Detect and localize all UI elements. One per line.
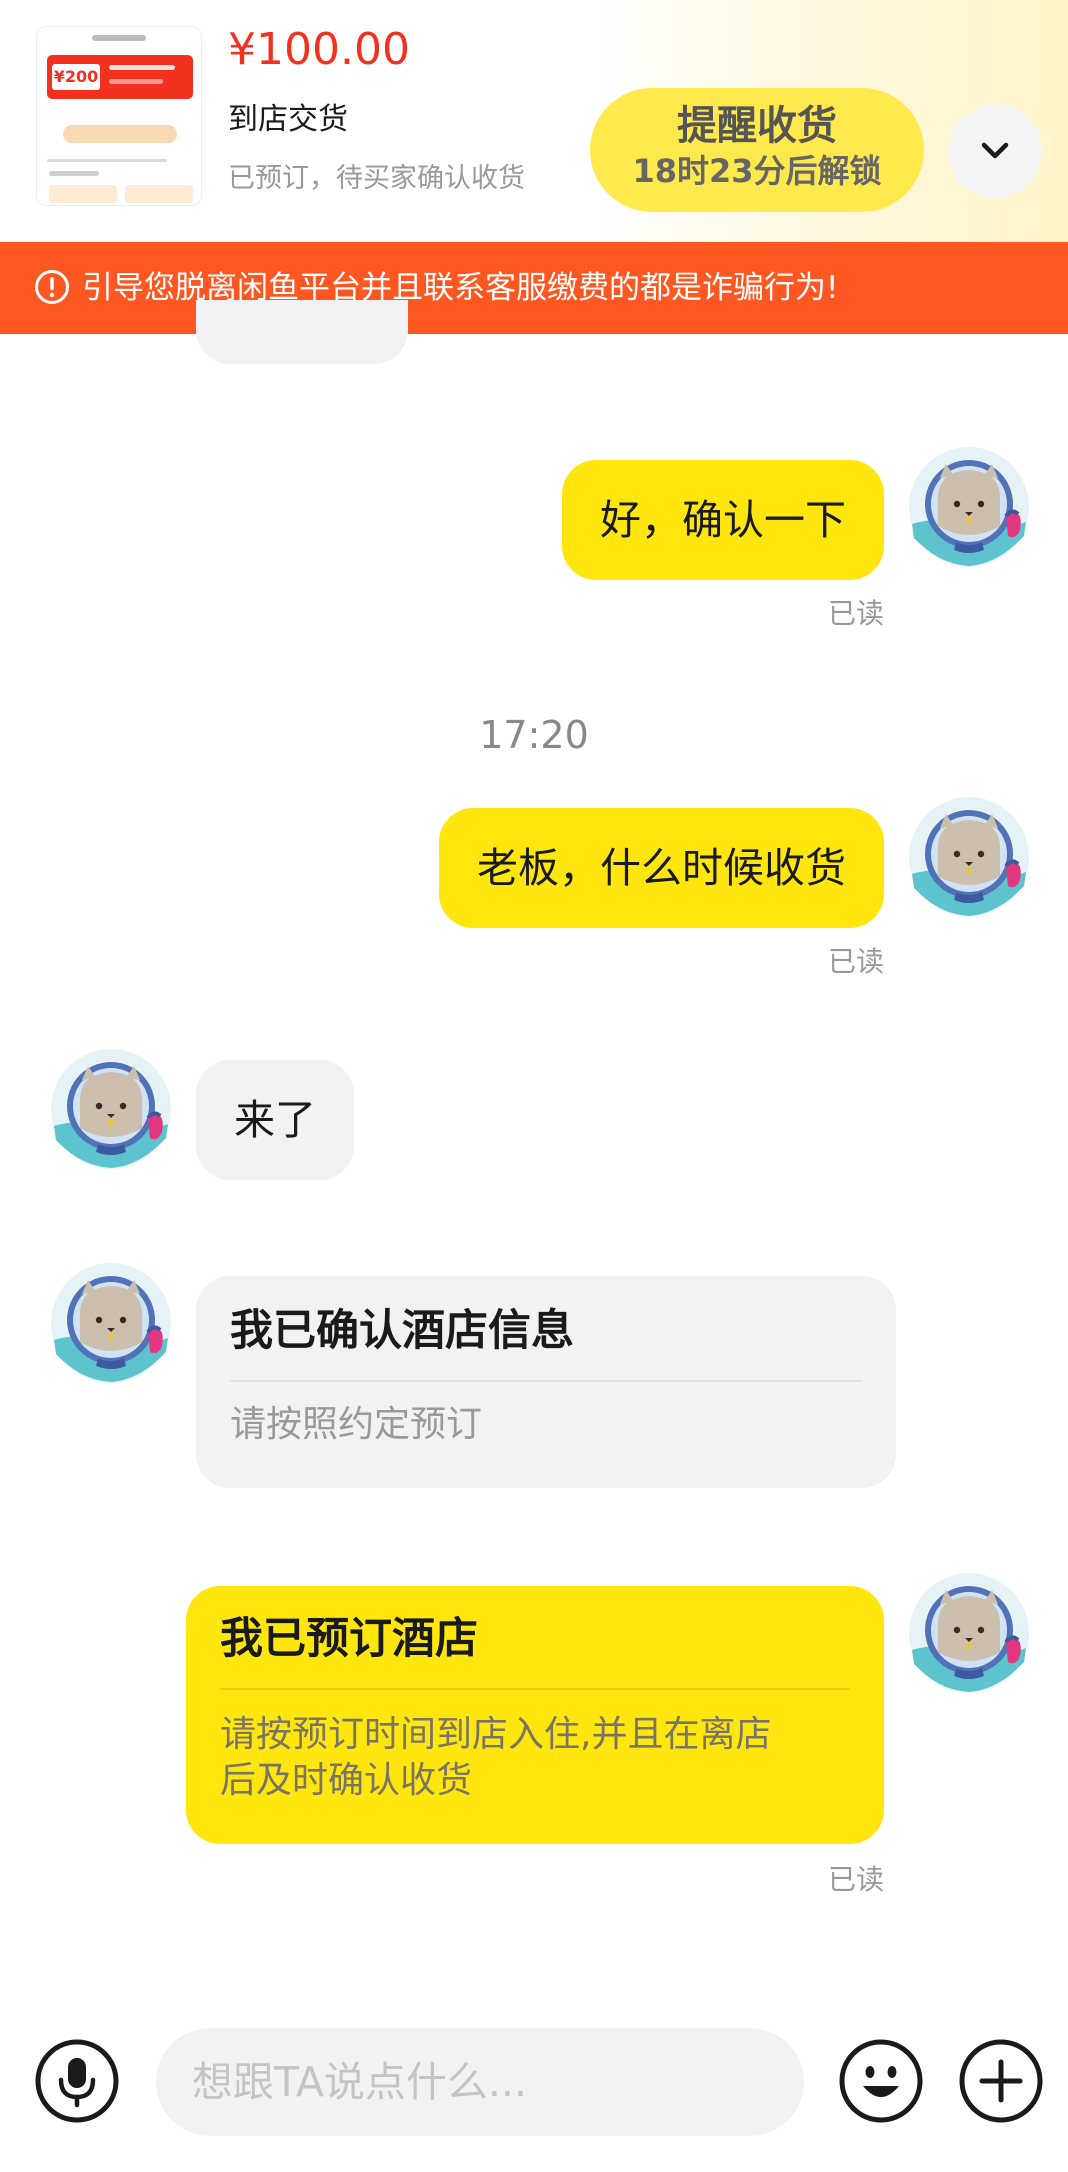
read-receipt: 已读 — [827, 597, 884, 630]
remind-receipt-button[interactable]: 提醒收货 18时23分后解锁 — [590, 88, 924, 212]
my-avatar[interactable] — [908, 796, 1030, 918]
unlock-countdown: 18时23分后解锁 — [632, 152, 882, 190]
delivery-method: 到店交货 — [228, 102, 348, 137]
card-body-line: 后及时确认收货 — [220, 1760, 473, 1801]
card-divider — [230, 1380, 862, 1382]
plus-icon[interactable] — [958, 2038, 1044, 2124]
order-price: ¥100.00 — [228, 24, 410, 75]
timestamp: 17:20 — [479, 713, 589, 757]
remind-receipt-label: 提醒收货 — [677, 103, 837, 149]
message-text: 老板，什么时候收货 — [477, 844, 846, 892]
input-bar — [0, 2000, 1068, 2172]
message-outgoing[interactable]: 老板，什么时候收货 — [439, 808, 884, 928]
emoji-icon[interactable] — [838, 2038, 924, 2124]
card-body: 请按照约定预订 — [230, 1404, 483, 1445]
card-body-line: 请按预订时间到店入住,并且在离店 — [220, 1714, 772, 1755]
seller-avatar[interactable] — [50, 1262, 172, 1384]
previous-message-bubble — [196, 300, 408, 364]
message-outgoing[interactable]: 好，确认一下 — [562, 460, 884, 580]
card-title: 我已确认酒店信息 — [230, 1306, 574, 1356]
read-receipt: 已读 — [827, 945, 884, 978]
chevron-down-icon — [981, 142, 1009, 159]
message-text: 来了 — [234, 1096, 316, 1144]
warning-circle-icon — [35, 270, 69, 304]
order-header: ¥200 ¥100.00 到店交货 已预订，待买家确认收货 提醒收货 18时23… — [0, 0, 1068, 242]
seller-avatar[interactable] — [50, 1048, 172, 1170]
message-text: 好，确认一下 — [600, 496, 846, 544]
my-avatar[interactable] — [908, 446, 1030, 568]
thumbnail-coupon-amount: ¥200 — [52, 64, 100, 90]
fraud-warning-banner: 引导您脱离闲鱼平台并且联系客服缴费的都是诈骗行为! — [0, 242, 1068, 334]
card-title: 我已预订酒店 — [220, 1614, 478, 1664]
hotel-confirmed-card[interactable]: 我已确认酒店信息 请按照约定预订 — [196, 1276, 896, 1488]
hotel-booked-card[interactable]: 我已预订酒店 请按预订时间到店入住,并且在离店 后及时确认收货 — [186, 1586, 884, 1844]
card-divider — [220, 1688, 850, 1690]
product-thumbnail[interactable]: ¥200 — [36, 26, 202, 206]
message-input[interactable] — [156, 2028, 804, 2136]
thumbnail-coupon: ¥200 — [47, 55, 193, 99]
my-avatar[interactable] — [908, 1572, 1030, 1694]
read-receipt: 已读 — [827, 1863, 884, 1896]
message-incoming[interactable]: 来了 — [196, 1060, 354, 1180]
expand-order-button[interactable] — [948, 104, 1042, 198]
order-status: 已预订，待买家确认收货 — [228, 163, 525, 194]
microphone-icon[interactable] — [34, 2038, 120, 2124]
